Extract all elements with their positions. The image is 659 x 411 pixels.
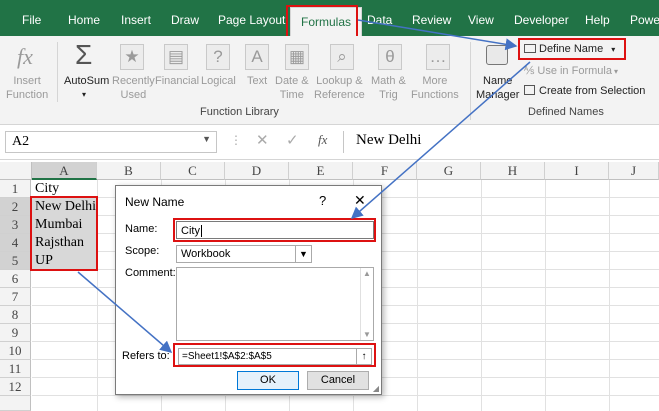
annotation-arrows [77,19,531,353]
arrow-range-to-refers-to [77,271,173,353]
arrow-formulas-to-define-name [357,19,518,51]
arrow-define-name-to-name-field [350,61,531,219]
